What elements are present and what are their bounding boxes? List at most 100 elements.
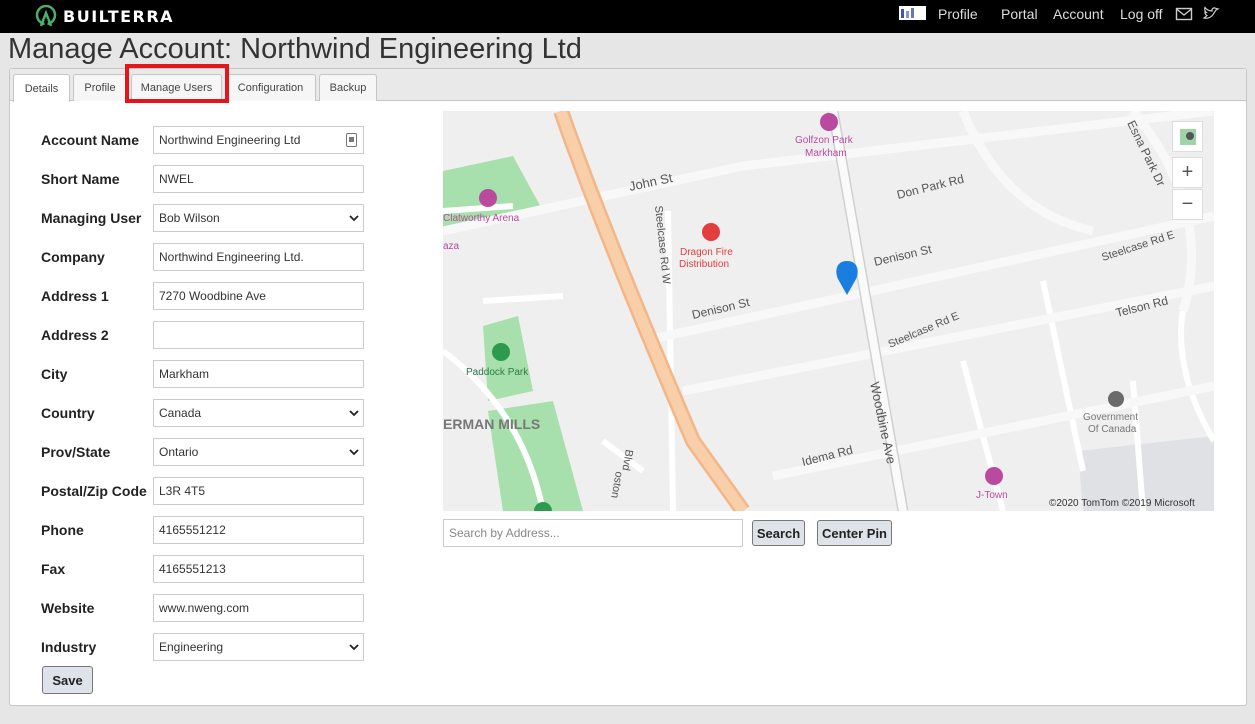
location-pin-icon[interactable] [836,261,858,295]
brand-logo[interactable]: BUILTERRA [35,3,174,29]
managing-user-value: Bob Wilson [159,211,220,225]
fax-label: Fax [41,561,66,577]
chevron-down-icon [349,410,359,417]
account-name-field[interactable]: Northwind Engineering Ltd [153,126,364,154]
company-field[interactable]: Northwind Engineering Ltd. [153,243,364,271]
address2-label: Address 2 [41,327,109,343]
address1-row: Address 1 7270 Woodbine Ave [41,282,371,310]
brand-name: BUILTERRA [63,6,175,26]
managing-user-row: Managing User Bob Wilson [41,204,371,232]
nav-logoff-link[interactable]: Log off [1120,6,1163,22]
address-search-input[interactable]: Search by Address... [443,519,743,547]
industry-row: Industry Engineering [41,633,371,661]
account-name-label: Account Name [41,132,140,148]
country-select[interactable]: Canada [153,399,364,427]
prov-state-row: Prov/State Ontario [41,438,371,466]
chevron-down-icon [349,644,359,651]
industry-value: Engineering [159,640,224,654]
poi-label: Of Canada [1088,424,1137,435]
poi-label: Dragon Fire [680,247,733,258]
short-name-row: Short Name NWEL [41,165,371,193]
industry-label: Industry [41,639,97,655]
managing-user-select[interactable]: Bob Wilson [153,204,364,232]
company-label: Company [41,249,105,265]
poi-label: J-Town [976,490,1008,501]
twitter-icon[interactable] [1202,6,1220,22]
golf-icon[interactable] [820,113,838,131]
country-row: Country Canada [41,399,371,427]
logo-icon [35,5,57,27]
phone-label: Phone [41,522,84,538]
tab-profile[interactable]: Profile [73,74,127,101]
poi-label: Clatworthy Arena [443,213,520,224]
managing-user-label: Managing User [41,210,142,226]
map-copyright: ©2020 TomTom ©2019 Microsoft [1049,498,1195,509]
city-label: City [41,366,68,382]
nav-profile-link[interactable]: Profile [938,6,978,22]
search-button[interactable]: Search [752,520,805,546]
tab-backup[interactable]: Backup [319,74,377,101]
center-pin-button[interactable]: Center Pin [817,520,892,546]
zoom-in-button[interactable]: + [1172,157,1203,188]
park-area [483,316,533,401]
mall-icon[interactable] [985,467,1003,485]
website-row: Website www.nweng.com [41,594,371,622]
mail-icon[interactable] [1175,6,1193,22]
nav-account-link[interactable]: Account [1053,6,1104,22]
chevron-down-icon [349,215,359,222]
save-button[interactable]: Save [42,666,93,694]
street-label: Don Park Rd [895,172,965,202]
account-name-value: Northwind Engineering Ltd [159,133,301,147]
street-label: oston [608,470,624,499]
postal-field[interactable]: L3R 4T5 [153,477,364,505]
short-name-field[interactable]: NWEL [153,165,364,193]
address1-label: Address 1 [41,288,109,304]
poi-label: Markham [805,148,847,159]
government-icon[interactable] [1108,391,1124,407]
country-value: Canada [159,406,202,420]
postal-label: Postal/Zip Code [41,483,147,499]
poi-label: aza [443,241,460,252]
fax-field[interactable]: 4165551213 [153,555,364,583]
autofill-icon[interactable] [346,133,357,147]
top-nav-bar: BUILTERRA Profile Portal Account Log off [0,0,1255,33]
tab-manage-users[interactable]: Manage Users [131,74,222,101]
city-row: City Markham [41,360,371,388]
address2-field[interactable] [153,321,364,349]
account-name-row: Account Name Northwind Engineering Ltd [41,126,371,154]
website-field[interactable]: www.nweng.com [153,594,364,622]
street-label: Denison St [873,242,934,269]
company-row: Company Northwind Engineering Ltd. [41,243,371,271]
prov-state-label: Prov/State [41,444,111,460]
poi-label: Government [1083,412,1138,423]
postal-row: Postal/Zip Code L3R 4T5 [41,477,371,505]
tab-configuration[interactable]: Configuration [225,74,316,101]
layers-icon [1179,128,1196,145]
prov-state-select[interactable]: Ontario [153,438,364,466]
map-canvas: Golfzon Park Markham John St Don Park Rd… [443,111,1214,511]
industry-select[interactable]: Engineering [153,633,364,661]
poi-label: Distribution [679,259,729,270]
address2-row: Address 2 [41,321,371,349]
park-icon[interactable] [492,343,510,361]
area-label: ERMAN MILLS [443,416,540,432]
arena-icon[interactable] [479,189,497,207]
page-title: Manage Account: Northwind Engineering Lt… [8,33,582,65]
prov-state-value: Ontario [159,445,199,459]
phone-field[interactable]: 4165551212 [153,516,364,544]
map-layers-button[interactable] [1172,121,1203,152]
chevron-down-icon [349,449,359,456]
website-label: Website [41,600,95,616]
zoom-out-button[interactable]: − [1172,189,1203,220]
nav-portal-link[interactable]: Portal [1001,6,1038,22]
short-name-label: Short Name [41,171,120,187]
address1-field[interactable]: 7270 Woodbine Ave [153,282,364,310]
location-map[interactable]: Golfzon Park Markham John St Don Park Rd… [443,111,1214,511]
poi-label: Golfzon Park [795,135,854,146]
profile-thumbnail[interactable] [899,6,926,20]
phone-row: Phone 4165551212 [41,516,371,544]
shop-icon[interactable] [702,223,720,241]
city-field[interactable]: Markham [153,360,364,388]
tab-details[interactable]: Details [13,74,70,102]
country-label: Country [41,405,95,421]
